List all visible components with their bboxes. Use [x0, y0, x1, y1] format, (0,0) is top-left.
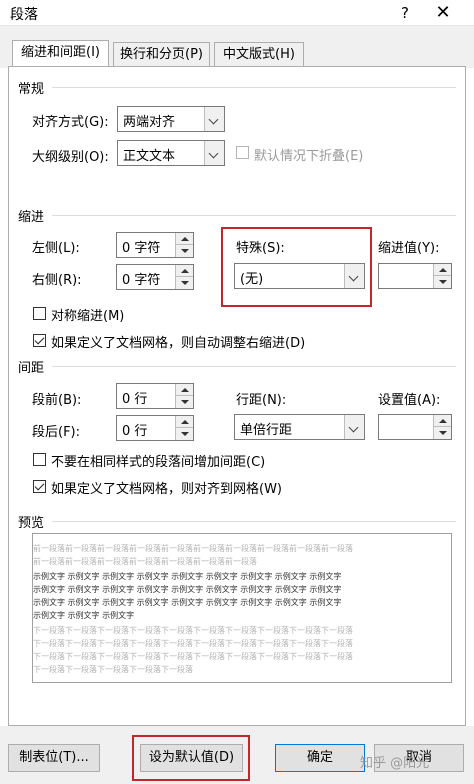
divider [52, 87, 456, 88]
alignment-select[interactable]: 两端对齐 [117, 106, 225, 132]
title-bar: 段落 ? ✕ [0, 0, 474, 26]
preview-line: 示例文字 示例文字 示例文字 示例文字 示例文字 示例文字 示例文字 示例文字 … [33, 585, 342, 594]
chevron-down-icon[interactable] [176, 396, 193, 408]
stepper-buttons [175, 265, 193, 289]
preview-line: 示例文字 示例文字 示例文字 示例文字 示例文字 示例文字 示例文字 示例文字 … [33, 598, 342, 607]
section-preview-label: 预览 [18, 516, 45, 531]
chevron-up-icon[interactable] [176, 416, 193, 428]
chevron-up-icon[interactable] [434, 415, 451, 427]
mirror-indent-label: 对称缩进(M) [51, 309, 125, 324]
preview-line: 下一段落下一段落下一段落下一段落下一段落 [33, 665, 193, 674]
special-indent-label: 特殊(S): [236, 241, 285, 256]
preview-line: 下一段落下一段落下一段落下一段落下一段落下一段落下一段落下一段落下一段落下一段落 [33, 626, 353, 635]
preview-line: 示例文字 示例文字 示例文字 示例文字 示例文字 示例文字 示例文字 示例文字 … [33, 572, 342, 581]
indent-by-stepper[interactable] [378, 263, 452, 289]
collapse-default-label: 默认情况下折叠(E) [254, 149, 364, 164]
stepper-buttons [175, 233, 193, 257]
space-before-stepper[interactable]: 0 行 [116, 383, 194, 409]
preview-line: 前一段落前一段落前一段落前一段落前一段落前一段落前一段落前一段落前一段落前一段落 [33, 544, 353, 553]
chevron-down-icon[interactable] [434, 276, 451, 288]
stepper-buttons [433, 264, 451, 288]
tab-line-page-breaks[interactable]: 换行和分页(P) [113, 42, 210, 67]
stepper-buttons [433, 415, 451, 439]
ok-button[interactable]: 确定 [275, 744, 365, 772]
stepper-buttons [175, 416, 193, 440]
chevron-up-icon[interactable] [176, 233, 193, 245]
outline-level-select[interactable]: 正文文本 [117, 140, 225, 166]
divider [52, 521, 456, 522]
space-after-stepper[interactable]: 0 行 [116, 415, 194, 441]
left-indent-stepper[interactable]: 0 字符 [116, 232, 194, 258]
chevron-down-icon[interactable] [344, 415, 364, 439]
line-spacing-value: 单倍行距 [240, 423, 293, 438]
line-spacing-label: 行距(N): [236, 393, 287, 408]
preview-line: 前一段落前一段落前一段落前一段落前一段落前一段落前一段落 [33, 557, 257, 566]
auto-adjust-indent-label: 如果定义了文档网格，则自动调整右缩进(D) [51, 336, 306, 351]
space-after-label: 段后(F): [32, 425, 81, 440]
preview-line: 下一段落下一段落下一段落下一段落下一段落下一段落下一段落下一段落下一段落下一段落 [33, 652, 353, 661]
chevron-down-icon[interactable] [204, 141, 224, 165]
chevron-down-icon[interactable] [344, 264, 364, 288]
outline-level-value: 正文文本 [123, 149, 176, 164]
right-indent-label: 右侧(R): [32, 273, 82, 288]
collapse-default-checkbox[interactable] [236, 146, 249, 159]
watermark: 知乎 @阳光 [360, 756, 430, 771]
set-default-button[interactable]: 设为默认值(D) [140, 744, 243, 772]
divider [52, 366, 456, 367]
left-indent-label: 左侧(L): [32, 241, 80, 256]
spacing-at-label: 设置值(A): [378, 393, 441, 408]
chevron-down-icon[interactable] [176, 277, 193, 289]
chevron-down-icon[interactable] [176, 428, 193, 440]
preview-line: 示例文字 示例文字 示例文字 [33, 611, 135, 620]
auto-adjust-indent-checkbox[interactable] [33, 334, 46, 347]
space-before-label: 段前(B): [32, 393, 82, 408]
chevron-up-icon[interactable] [434, 264, 451, 276]
section-spacing-label: 间距 [18, 361, 45, 376]
tabs-button[interactable]: 制表位(T)... [8, 744, 100, 772]
alignment-label: 对齐方式(G): [32, 115, 109, 130]
line-spacing-select[interactable]: 单倍行距 [234, 414, 365, 440]
outline-level-label: 大纲级别(O): [32, 150, 109, 165]
snap-to-grid-checkbox[interactable] [33, 480, 46, 493]
indent-by-label: 缩进值(Y): [378, 241, 440, 256]
right-indent-value: 0 字符 [122, 273, 161, 288]
close-icon[interactable]: ✕ [430, 1, 456, 25]
chevron-up-icon[interactable] [176, 384, 193, 396]
dialog-title: 段落 [10, 7, 38, 23]
help-icon[interactable]: ? [394, 2, 416, 24]
chevron-down-icon[interactable] [204, 107, 224, 131]
chevron-up-icon[interactable] [176, 265, 193, 277]
special-indent-value: (无) [240, 272, 264, 287]
tab-indent-spacing[interactable]: 缩进和间距(I) [12, 40, 109, 67]
mirror-indent-checkbox[interactable] [33, 307, 46, 320]
spacing-at-stepper[interactable] [378, 414, 452, 440]
chevron-down-icon[interactable] [434, 427, 451, 439]
chevron-down-icon[interactable] [176, 245, 193, 257]
space-after-value: 0 行 [122, 424, 148, 439]
special-indent-select[interactable]: (无) [234, 263, 365, 289]
preview-line: 下一段落下一段落下一段落下一段落下一段落下一段落下一段落下一段落下一段落下一段落 [33, 639, 353, 648]
left-indent-value: 0 字符 [122, 241, 161, 256]
no-space-same-style-label: 不要在相同样式的段落间增加间距(C) [51, 455, 266, 470]
divider [52, 215, 456, 216]
tab-asian-typography[interactable]: 中文版式(H) [214, 42, 304, 67]
section-general-label: 常规 [18, 82, 45, 97]
alignment-value: 两端对齐 [123, 115, 176, 130]
right-indent-stepper[interactable]: 0 字符 [116, 264, 194, 290]
stepper-buttons [175, 384, 193, 408]
no-space-same-style-checkbox[interactable] [33, 453, 46, 466]
section-indent-label: 缩进 [18, 210, 45, 225]
space-before-value: 0 行 [122, 392, 148, 407]
snap-to-grid-label: 如果定义了文档网格，则对齐到网格(W) [51, 482, 282, 497]
